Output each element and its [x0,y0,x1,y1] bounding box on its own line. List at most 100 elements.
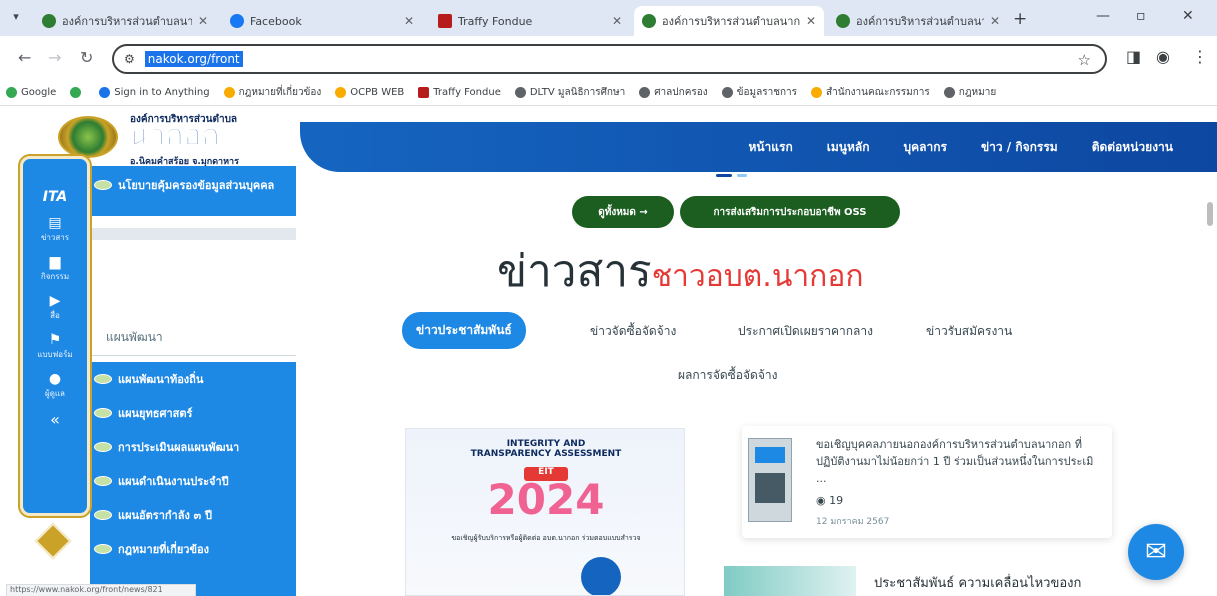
slider-dot-active[interactable] [716,174,732,177]
news-card-text[interactable]: ประชาสัมพันธ์ ความเคลื่อนไหวของก [874,572,1081,593]
news-thumbnail [748,438,792,522]
news-card-text[interactable]: ขอเชิญบุคคลภายนอกองค์การบริหารส่วนตำบลนา… [816,436,1100,487]
thai-ornament [6,522,102,584]
oss-button[interactable]: การส่งเสริมการประกอบอาชีพ OSS [680,196,900,228]
bookmark-item[interactable] [70,87,85,98]
bookmark-label: DLTV มูลนิธิการศึกษา [529,87,626,98]
ita-activity-button[interactable]: ▆ กิจกรรม [23,254,87,283]
bookmark-item[interactable]: กฎหมาย [943,85,996,100]
ita-admin-button[interactable]: ● ผู้ดูแล [23,371,87,400]
sidebar-item-strategy[interactable]: แผนยุทธศาสตร์ [90,396,296,430]
poster-caption: ขอเชิญผู้รับบริการหรือผู้ติดต่อ อบต.นากอ… [451,534,641,542]
news-thumbnail [724,566,856,596]
bookmark-item[interactable]: Sign in to Anything [99,87,210,98]
view-count-value: 19 [829,494,844,507]
globe-icon [99,87,111,98]
ita-media-button[interactable]: ▶ สื่อ [23,293,87,322]
close-tab-icon[interactable]: ✕ [990,14,1000,28]
main-menu: หน้าแรก เมนูหลัก บุคลากร ข่าว / กิจกรรม … [748,138,1173,157]
back-icon[interactable]: ← [18,48,31,67]
browser-tab[interactable]: Traffy Fondue ✕ [430,6,630,36]
collapse-icon[interactable]: « [23,410,87,429]
nav-personnel[interactable]: บุคลากร [903,138,946,157]
bookmark-label: OCPB WEB [350,87,405,98]
sidebar-item-manpower-plan[interactable]: แผนอัตรากำลัง ๓ ปี [90,498,296,532]
slider-dots[interactable] [716,174,747,177]
url-text[interactable]: nakok.org/front [144,51,243,67]
browser-menu-icon[interactable]: ⋮ [1192,47,1208,66]
view-all-button[interactable]: ดูทั้งหมด → [572,196,674,228]
bookmark-label: Sign in to Anything [114,87,210,98]
ita-button-label: ผู้ดูแล [45,389,65,398]
browser-tab-active[interactable]: องค์การบริหารส่วนตำบลนากอก ✕ [634,6,824,36]
browser-tab[interactable]: องค์การบริหารส่วนตำบลนากอก ✕ [34,6,216,36]
nav-contact[interactable]: ติดต่อหน่วยงาน [1092,138,1173,157]
ita-news-button[interactable]: ▤ ข่าวสาร [23,215,87,244]
facebook-icon [230,14,244,28]
nav-news[interactable]: ข่าว / กิจกรรม [981,138,1058,157]
tab-public-relations[interactable]: ข่าวประชาสัมพันธ์ [402,312,526,349]
ita-form-button[interactable]: ⚑ แบบฟอร์ม [23,332,87,361]
close-tab-icon[interactable]: ✕ [806,14,816,28]
sidebar-item-annual-plan[interactable]: แผนดำเนินงานประจำปี [90,464,296,498]
bookmark-star-icon[interactable]: ☆ [1078,51,1091,69]
globe-icon [223,87,235,98]
bookmark-item[interactable]: กฎหมายที่เกี่ยวข้อง [223,85,322,100]
sidebar-item-laws[interactable]: กฎหมายที่เกี่ยวข้อง [90,532,296,566]
site-logo[interactable]: องค์การบริหารส่วนตำบล นากอก อ.นิคมคำสร้อ… [58,108,318,167]
play-icon: ▶ [49,293,61,309]
bookmark-item[interactable]: Traffy Fondue [418,87,501,98]
sidepanel-icon[interactable]: ◨ [1126,47,1141,66]
sidebar-item-label: กฎหมายที่เกี่ยวข้อง [118,543,209,556]
url-bar[interactable]: ⚙ nakok.org/front ☆ [112,44,1107,74]
traffy-icon [418,87,430,98]
bookmarks-bar: Google Sign in to Anything กฎหมายที่เกี่… [0,80,1217,106]
bullet-icon [94,510,112,520]
bookmark-item[interactable]: Google [6,87,56,98]
tab-search-icon[interactable]: ▾ [8,10,24,26]
sidebar-item-privacy-policy[interactable]: นโยบายคุ้มครองข้อมูลส่วนบุคคล [94,176,274,194]
sidebar-item-label: การประเมินผลแผนพัฒนา [118,441,240,454]
ornament-diamond [34,522,72,560]
browser-tab[interactable]: Facebook ✕ [222,6,422,36]
tab-procurement[interactable]: ข่าวจัดซื้อจัดจ้าง [590,322,676,341]
messenger-chat-icon[interactable]: ✉ [1128,524,1184,580]
reload-icon[interactable]: ↻ [80,48,93,67]
sidebar-item-evaluation[interactable]: การประเมินผลแผนพัฒนา [90,430,296,464]
nav-main-menu[interactable]: เมนูหลัก [827,138,870,157]
close-tab-icon[interactable]: ✕ [612,14,622,28]
site-favicon-icon [42,14,56,28]
bookmark-item[interactable]: DLTV มูลนิธิการศึกษา [514,85,626,100]
bookmark-label: กฎหมายที่เกี่ยวข้อง [238,87,322,98]
profile-icon[interactable]: ◉ [1156,47,1170,66]
poster-title: INTEGRITY AND TRANSPARENCY ASSESSMENT [470,439,622,459]
tab-jobs[interactable]: ข่าวรับสมัครงาน [926,322,1012,341]
thumbnail-qr [755,473,785,503]
eit-poster[interactable]: INTEGRITY AND TRANSPARENCY ASSESSMENT EI… [405,428,685,596]
maximize-icon[interactable]: ▫ [1136,8,1146,24]
news-card[interactable]: ประชาสัมพันธ์ ความเคลื่อนไหวของก [724,556,1124,596]
ita-button-label: ข่าวสาร [40,233,70,242]
sidebar-item-local-plan[interactable]: แผนพัฒนาท้องถิ่น [90,362,296,396]
globe-icon [639,87,651,98]
close-tab-icon[interactable]: ✕ [404,14,414,28]
bookmark-item[interactable]: OCPB WEB [335,87,404,98]
slider-dot[interactable] [737,174,747,177]
ita-button-label: แบบฟอร์ม [37,350,73,359]
bookmark-item[interactable]: ศาลปกครอง [639,85,708,100]
minimize-icon[interactable]: — [1096,8,1110,24]
forward-icon[interactable]: → [48,48,61,67]
browser-tab[interactable]: องค์การบริหารส่วนตำบลนากอก ✕ [828,6,1008,36]
page-scrollbar[interactable] [1207,202,1213,226]
tab-median-price[interactable]: ประกาศเปิดเผยราคากลาง [738,322,873,341]
news-icon: ▤ [48,215,62,231]
tab-procurement-results[interactable]: ผลการจัดซื้อจัดจ้าง [678,366,777,385]
bookmark-item[interactable]: ข้อมูลราชการ [721,85,797,100]
close-window-icon[interactable]: ✕ [1182,8,1194,24]
news-card[interactable]: ขอเชิญบุคคลภายนอกองค์การบริหารส่วนตำบลนา… [742,426,1112,538]
close-tab-icon[interactable]: ✕ [198,14,208,28]
site-info-icon[interactable]: ⚙ [124,52,135,66]
new-tab-icon[interactable]: + [1013,9,1027,29]
bookmark-item[interactable]: สำนักงานคณะกรรมการ [811,85,930,100]
nav-home[interactable]: หน้าแรก [748,138,792,157]
